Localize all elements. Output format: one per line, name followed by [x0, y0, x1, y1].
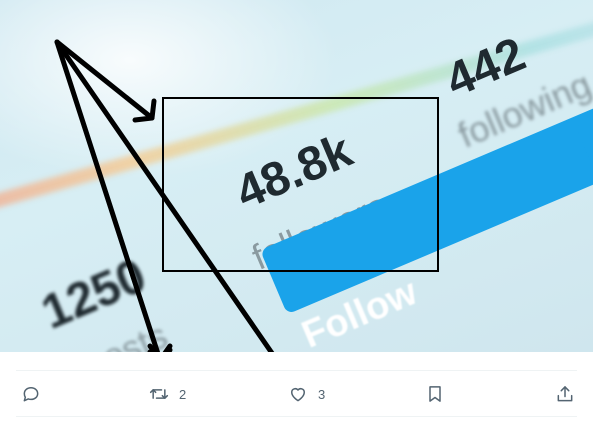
share-icon	[557, 386, 573, 402]
like-button[interactable]: 3	[288, 383, 325, 405]
highlight-box	[162, 97, 439, 272]
reply-button[interactable]	[21, 383, 41, 405]
retweet-icon	[149, 389, 169, 399]
retweet-button[interactable]: 2	[149, 383, 186, 405]
divider-top	[16, 370, 577, 371]
heart-icon	[291, 388, 305, 402]
bookmark-button[interactable]	[425, 383, 445, 405]
reply-icon	[23, 387, 39, 402]
share-button[interactable]	[555, 383, 575, 405]
retweet-count: 2	[179, 386, 187, 402]
arrow-to-retweet	[54, 39, 161, 352]
annotation-overlay	[54, 39, 439, 352]
arrow-to-like	[54, 39, 275, 352]
like-count: 3	[318, 386, 326, 402]
divider-bottom	[16, 416, 577, 417]
bookmark-icon	[429, 386, 441, 402]
tweet-action-bar: 2 3	[0, 352, 593, 425]
tweet-media-image[interactable]: 442 following 48.8k followers 1250 posts…	[0, 0, 593, 352]
